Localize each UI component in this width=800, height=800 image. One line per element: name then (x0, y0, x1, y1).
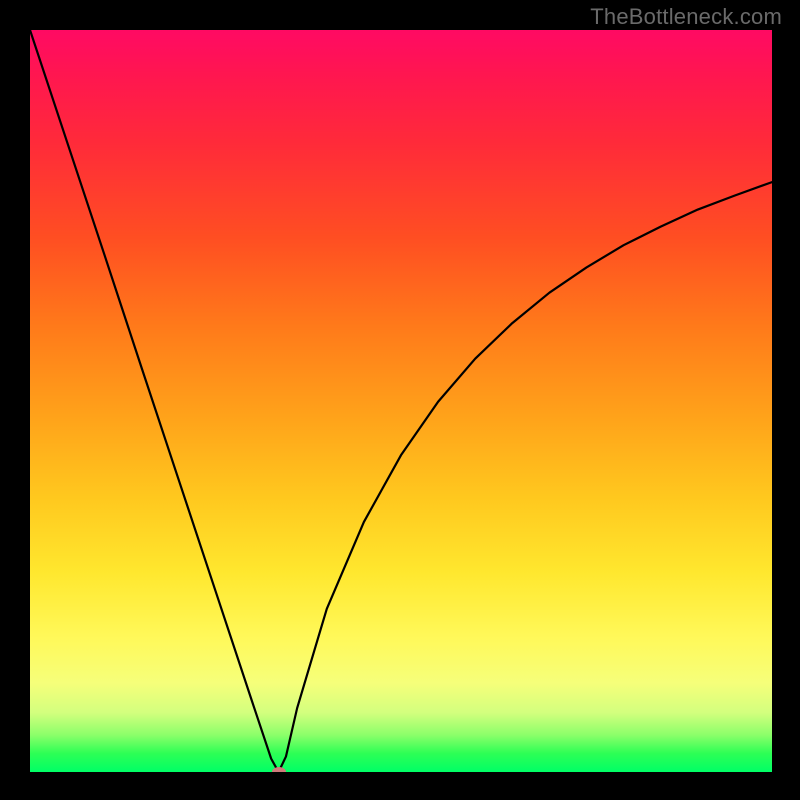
bottleneck-curve (30, 30, 772, 772)
chart-frame: TheBottleneck.com (0, 0, 800, 800)
curve-svg (30, 30, 772, 772)
plot-area (30, 30, 772, 772)
watermark-text: TheBottleneck.com (590, 4, 782, 30)
minimum-marker (272, 767, 286, 772)
